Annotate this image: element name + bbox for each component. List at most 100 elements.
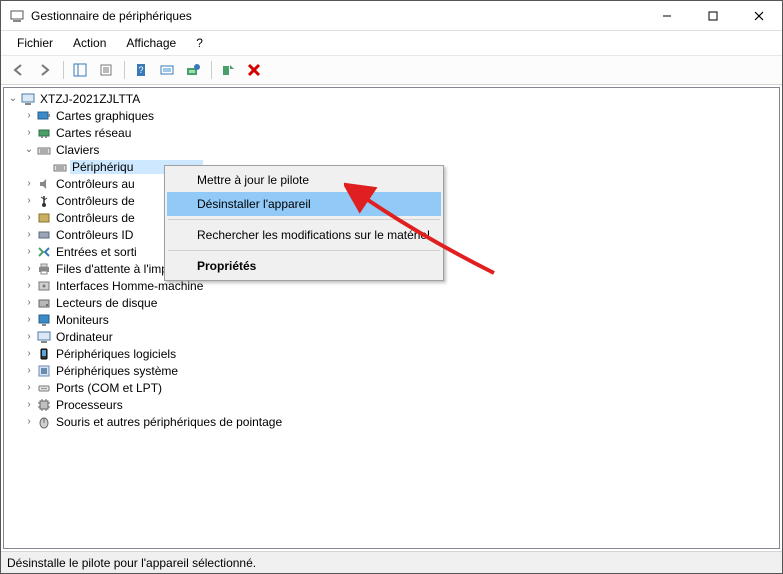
expander-closed-icon[interactable]: › <box>22 109 36 123</box>
expander-closed-icon[interactable]: › <box>22 194 36 208</box>
expander-closed-icon[interactable]: › <box>22 398 36 412</box>
toolbar-separator <box>124 61 125 79</box>
tree-node-label: Souris et autres périphériques de pointa… <box>54 415 284 429</box>
window-title: Gestionnaire de périphériques <box>31 9 644 23</box>
tree-node-label: Lecteurs de disque <box>54 296 159 310</box>
audio-icon <box>36 176 52 192</box>
ctx-uninstall-device[interactable]: Désinstaller l'appareil <box>167 192 441 216</box>
titlebar: Gestionnaire de périphériques <box>1 1 782 31</box>
tree-root[interactable]: ⌄ XTZJ-2021ZJLTTA <box>4 90 779 107</box>
io-icon <box>36 244 52 260</box>
port-icon <box>36 380 52 396</box>
menu-file[interactable]: Fichier <box>7 33 63 53</box>
tree-node-ports[interactable]: › Ports (COM et LPT) <box>4 379 779 396</box>
expander-closed-icon[interactable]: › <box>22 177 36 191</box>
uninstall-device-button[interactable] <box>242 59 266 81</box>
computer-icon <box>36 329 52 345</box>
enable-device-button[interactable] <box>216 59 240 81</box>
expander-closed-icon[interactable]: › <box>22 347 36 361</box>
statusbar: Désinstalle le pilote pour l'appareil sé… <box>1 551 782 573</box>
keyboard-icon <box>36 142 52 158</box>
ctx-separator <box>168 219 440 220</box>
usb-icon <box>36 193 52 209</box>
tree-node-software-devices[interactable]: › Périphériques logiciels <box>4 345 779 362</box>
tree-node-label: Entrées et sorti <box>54 245 139 259</box>
network-adapter-icon <box>36 125 52 141</box>
maximize-button[interactable] <box>690 1 736 31</box>
tree-node-network[interactable]: › Cartes réseau <box>4 124 779 141</box>
statusbar-text: Désinstalle le pilote pour l'appareil sé… <box>7 556 256 570</box>
tree-node-graphics[interactable]: › Cartes graphiques <box>4 107 779 124</box>
ctx-properties[interactable]: Propriétés <box>167 254 441 278</box>
menu-help[interactable]: ? <box>186 33 213 53</box>
tree-node-label: Moniteurs <box>54 313 111 327</box>
tree-node-processors[interactable]: › Processeurs <box>4 396 779 413</box>
tree-node-label: Contrôleurs de <box>54 194 137 208</box>
mouse-icon <box>36 414 52 430</box>
toolbar-separator <box>63 61 64 79</box>
expander-closed-icon[interactable]: › <box>22 228 36 242</box>
show-hide-tree-button[interactable] <box>68 59 92 81</box>
expander-closed-icon[interactable]: › <box>22 415 36 429</box>
disk-icon <box>36 295 52 311</box>
tree-node-label: Ordinateur <box>54 330 115 344</box>
tree-node-keyboards[interactable]: ⌄ Claviers <box>4 141 779 158</box>
expander-closed-icon[interactable]: › <box>22 262 36 276</box>
update-driver-button[interactable] <box>181 59 205 81</box>
expander-closed-icon[interactable]: › <box>22 126 36 140</box>
minimize-button[interactable] <box>644 1 690 31</box>
device-tree-container: ⌄ XTZJ-2021ZJLTTA › Cartes graphiques › … <box>3 87 780 549</box>
tree-node-label: Contrôleurs au <box>54 177 137 191</box>
tree-node-label: Contrôleurs ID <box>54 228 135 242</box>
printer-icon <box>36 261 52 277</box>
system-device-icon <box>36 363 52 379</box>
tree-node-label: Contrôleurs de <box>54 211 137 225</box>
ctx-update-driver[interactable]: Mettre à jour le pilote <box>167 168 441 192</box>
expander-closed-icon[interactable]: › <box>22 313 36 327</box>
tree-node-label: Périphériques logiciels <box>54 347 178 361</box>
menubar: Fichier Action Affichage ? <box>1 31 782 56</box>
tree-node-label: Processeurs <box>54 398 125 412</box>
ide-controller-icon <box>36 227 52 243</box>
expander-closed-icon[interactable]: › <box>22 330 36 344</box>
expander-closed-icon[interactable]: › <box>22 296 36 310</box>
back-button[interactable] <box>7 59 31 81</box>
expander-closed-icon[interactable]: › <box>22 381 36 395</box>
svg-text:?: ? <box>138 65 143 75</box>
toolbar: ? <box>1 56 782 85</box>
expander-open-icon[interactable]: ⌄ <box>22 143 36 157</box>
tree-node-system-devices[interactable]: › Périphériques système <box>4 362 779 379</box>
storage-controller-icon <box>36 210 52 226</box>
keyboard-icon <box>52 159 68 175</box>
monitor-icon <box>36 312 52 328</box>
hid-icon <box>36 278 52 294</box>
software-device-icon <box>36 346 52 362</box>
tree-node-label: Cartes graphiques <box>54 109 156 123</box>
tree-node-disk-drives[interactable]: › Lecteurs de disque <box>4 294 779 311</box>
tree-root-label: XTZJ-2021ZJLTTA <box>38 92 142 106</box>
tree-node-label: Périphériques système <box>54 364 180 378</box>
ctx-separator <box>168 250 440 251</box>
expander-open-icon[interactable]: ⌄ <box>6 92 20 106</box>
expander-closed-icon[interactable]: › <box>22 245 36 259</box>
computer-icon <box>20 91 36 107</box>
tree-node-label: Ports (COM et LPT) <box>54 381 164 395</box>
menu-view[interactable]: Affichage <box>116 33 186 53</box>
tree-node-monitors[interactable]: › Moniteurs <box>4 311 779 328</box>
properties-button[interactable] <box>94 59 118 81</box>
ctx-scan-hardware[interactable]: Rechercher les modifications sur le maté… <box>167 223 441 247</box>
window-controls <box>644 1 782 31</box>
forward-button[interactable] <box>33 59 57 81</box>
expander-closed-icon[interactable]: › <box>22 279 36 293</box>
menu-action[interactable]: Action <box>63 33 116 53</box>
tree-node-label: Claviers <box>54 143 101 157</box>
help-button[interactable]: ? <box>129 59 153 81</box>
display-adapter-icon <box>36 108 52 124</box>
scan-hardware-button[interactable] <box>155 59 179 81</box>
context-menu: Mettre à jour le pilote Désinstaller l'a… <box>164 165 444 281</box>
expander-closed-icon[interactable]: › <box>22 211 36 225</box>
tree-node-computer[interactable]: › Ordinateur <box>4 328 779 345</box>
expander-closed-icon[interactable]: › <box>22 364 36 378</box>
tree-node-mice[interactable]: › Souris et autres périphériques de poin… <box>4 413 779 430</box>
close-button[interactable] <box>736 1 782 31</box>
